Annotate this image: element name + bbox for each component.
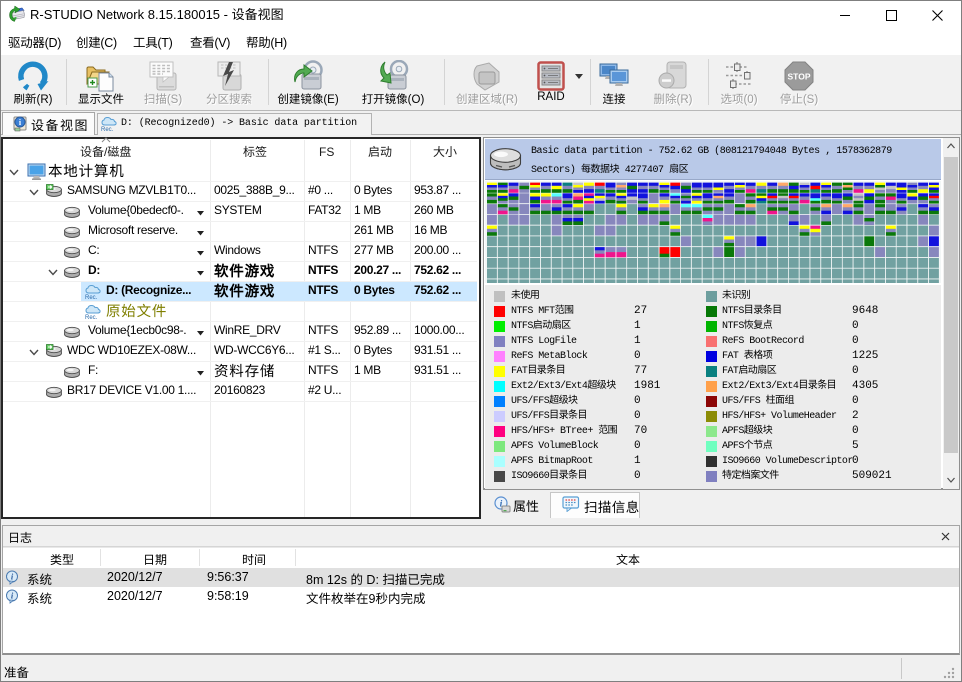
svg-text:STOP: STOP	[788, 72, 811, 82]
svg-text:Rec.: Rec.	[85, 315, 98, 321]
svg-text:Rec.: Rec.	[85, 295, 98, 301]
svg-text:Rec.: Rec.	[101, 127, 114, 132]
